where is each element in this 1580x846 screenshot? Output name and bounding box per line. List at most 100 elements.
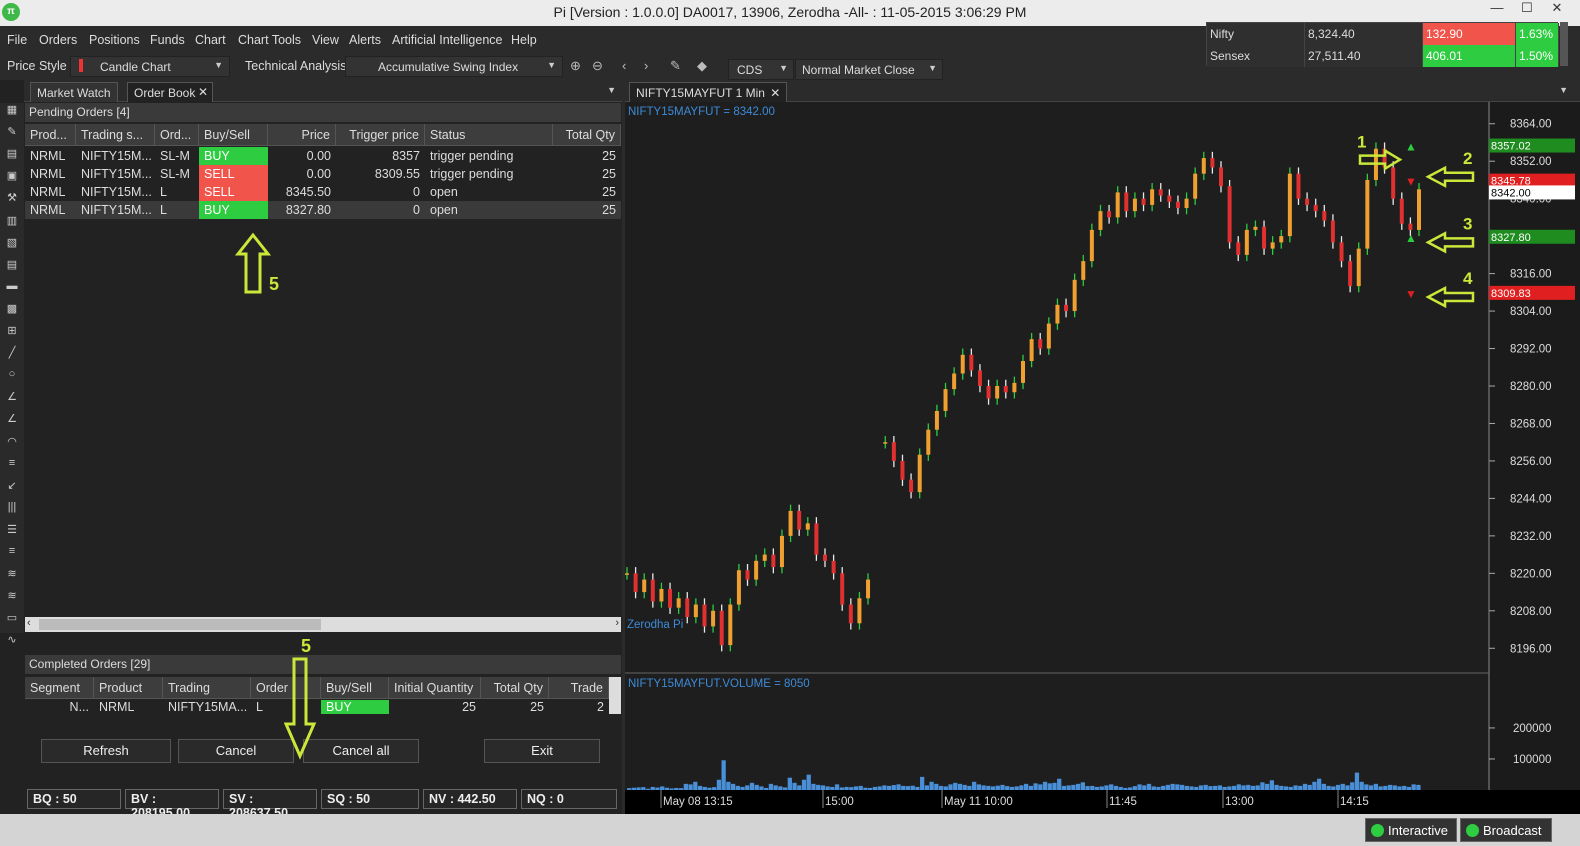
stack-icon[interactable]: ▤: [5, 258, 19, 272]
col-buy-sell[interactable]: Buy/Sell: [321, 677, 389, 699]
col-product[interactable]: Prod...: [25, 124, 76, 146]
volume-bar: [1118, 786, 1123, 790]
bars-icon[interactable]: |||: [5, 501, 19, 515]
refresh-button[interactable]: Refresh: [41, 739, 171, 763]
scroll-right-icon[interactable]: ›: [644, 58, 648, 73]
zoom-out-icon[interactable]: ⊖: [592, 58, 603, 74]
layers-icon[interactable]: ≋: [5, 589, 19, 603]
tab-market-watch[interactable]: Market Watch: [30, 82, 118, 102]
zoom-in-icon[interactable]: ⊕: [570, 58, 581, 74]
angle-icon[interactable]: ∠: [5, 412, 19, 426]
volume-bar: [1227, 786, 1232, 790]
layers-icon[interactable]: ≋: [5, 567, 19, 581]
market-status-dropdown[interactable]: Normal Market Close ▼: [795, 59, 943, 80]
draw-icon[interactable]: ✎: [670, 58, 681, 74]
close-icon[interactable]: ✕: [1545, 0, 1569, 16]
scroll-left-icon[interactable]: ‹: [622, 58, 626, 73]
tab-order-book[interactable]: Order Book ✕: [127, 82, 213, 102]
menu-file[interactable]: File: [7, 33, 27, 47]
tab-chart[interactable]: NIFTY15MAYFUT 1 Min ✕: [629, 82, 788, 102]
col-price[interactable]: Price: [268, 124, 336, 146]
minus-icon[interactable]: ▬: [5, 280, 19, 294]
col-segment[interactable]: Segment: [25, 677, 94, 699]
candle-body: [1012, 382, 1017, 393]
arc-icon[interactable]: ◠: [5, 435, 19, 449]
scroll-right-icon[interactable]: ›: [615, 617, 619, 629]
col-total-qty[interactable]: Total Qty: [553, 124, 621, 146]
col-buy-sell[interactable]: Buy/Sell: [199, 124, 268, 146]
table-row[interactable]: NRML NIFTY15M... L SELL 8345.50 0 open 25: [25, 183, 621, 201]
col-status[interactable]: Status: [425, 124, 553, 146]
menu-icon[interactable]: ☰: [5, 523, 19, 537]
annotation-label: 2: [1463, 149, 1472, 168]
scrollbar-thumb[interactable]: [39, 619, 321, 630]
col-product[interactable]: Product: [94, 677, 163, 699]
volume-bar: [716, 779, 722, 790]
menu-chart[interactable]: Chart: [195, 33, 226, 47]
col-trading[interactable]: Trading: [163, 677, 251, 699]
layout-icon[interactable]: ▤: [5, 147, 19, 161]
arrow-icon[interactable]: ↙: [5, 479, 19, 493]
panel-menu-icon[interactable]: ▼: [607, 85, 616, 95]
menu-artificial-intelligence[interactable]: Artificial Intelligence: [392, 33, 502, 47]
price-tag-label: 8309.83: [1491, 288, 1531, 300]
menu-positions[interactable]: Positions: [89, 33, 140, 47]
minimize-icon[interactable]: —: [1485, 0, 1509, 15]
menu-help[interactable]: Help: [511, 33, 537, 47]
chart-icon[interactable]: ▦: [5, 103, 19, 117]
maximize-icon[interactable]: ☐: [1515, 0, 1539, 16]
menu-funds[interactable]: Funds: [150, 33, 185, 47]
line-icon[interactable]: ╱: [5, 346, 19, 360]
col-trigger-price[interactable]: Trigger price: [336, 124, 425, 146]
lines-icon[interactable]: ≡: [5, 457, 19, 471]
horizontal-scrollbar[interactable]: ‹ ›: [25, 617, 621, 632]
indicator-dropdown[interactable]: Accumulative Swing Index ▼: [345, 56, 563, 77]
briefcase-icon[interactable]: ▩: [5, 302, 19, 316]
candle-body: [1219, 167, 1223, 187]
menu-orders[interactable]: Orders: [39, 33, 77, 47]
col-order-type[interactable]: Ord...: [155, 124, 199, 146]
table-row[interactable]: NRML NIFTY15M... SL-M SELL 0.00 8309.55 trigge…: [25, 165, 621, 183]
table-row[interactable]: NRML NIFTY15M... SL-M BUY 0.00 8357 trigger pe…: [25, 147, 621, 165]
chart-style-dropdown[interactable]: Candle Chart ▼: [70, 56, 230, 77]
ticker-row[interactable]: Sensex 27,511.40 406.01 1.50%: [1207, 45, 1559, 67]
pencil-icon[interactable]: ✎: [5, 125, 19, 139]
volume-bar: [811, 783, 816, 790]
close-icon[interactable]: ✕: [770, 86, 780, 100]
table-row[interactable]: NRML NIFTY15M... L BUY 8327.80 0 open 25: [25, 201, 621, 219]
vertical-scrollbar[interactable]: [609, 677, 621, 714]
book-icon[interactable]: ▥: [5, 214, 19, 228]
lines-icon[interactable]: ≡: [5, 545, 19, 559]
menu-view[interactable]: View: [312, 33, 339, 47]
wave-icon[interactable]: ∿: [5, 633, 19, 647]
circle-icon[interactable]: ○: [5, 368, 19, 382]
cell-total-qty: 25: [530, 700, 544, 714]
save-icon[interactable]: ▣: [5, 169, 19, 183]
menu-alerts[interactable]: Alerts: [349, 33, 381, 47]
col-trade[interactable]: Trade: [549, 677, 609, 699]
exit-button[interactable]: Exit: [484, 739, 600, 763]
price-chart[interactable]: 8364.008352.008340.008328.008316.008304.…: [625, 102, 1580, 820]
map-icon[interactable]: ▧: [5, 236, 19, 250]
close-icon[interactable]: ✕: [198, 85, 208, 99]
angle-icon[interactable]: ∠: [5, 390, 19, 404]
square-icon[interactable]: ▭: [5, 611, 19, 625]
volume-bar: [1241, 785, 1246, 790]
scroll-left-icon[interactable]: ‹: [27, 617, 31, 629]
cancel-button[interactable]: Cancel: [178, 739, 294, 763]
ticker-scrollbar[interactable]: [1560, 22, 1568, 66]
panel-menu-icon[interactable]: ▼: [1559, 85, 1568, 95]
volume-bar: [764, 787, 769, 790]
segment-dropdown[interactable]: CDS ▼: [728, 59, 794, 80]
volume-bar: [1184, 785, 1189, 790]
grid-icon[interactable]: ⊞: [5, 324, 19, 338]
menu-chart-tools[interactable]: Chart Tools: [238, 33, 301, 47]
col-initial-quantity[interactable]: Initial Quantity: [389, 677, 481, 699]
col-total-qty[interactable]: Total Qty: [481, 677, 549, 699]
col-trading-symbol[interactable]: Trading s...: [76, 124, 155, 146]
broadcast-status[interactable]: Broadcast: [1460, 818, 1552, 842]
ticker-row[interactable]: Nifty 8,324.40 132.90 1.63%: [1207, 23, 1559, 45]
interactive-status[interactable]: Interactive: [1365, 818, 1457, 842]
tools-icon[interactable]: ⚒: [5, 191, 19, 205]
eraser-icon[interactable]: ◆: [697, 58, 707, 74]
